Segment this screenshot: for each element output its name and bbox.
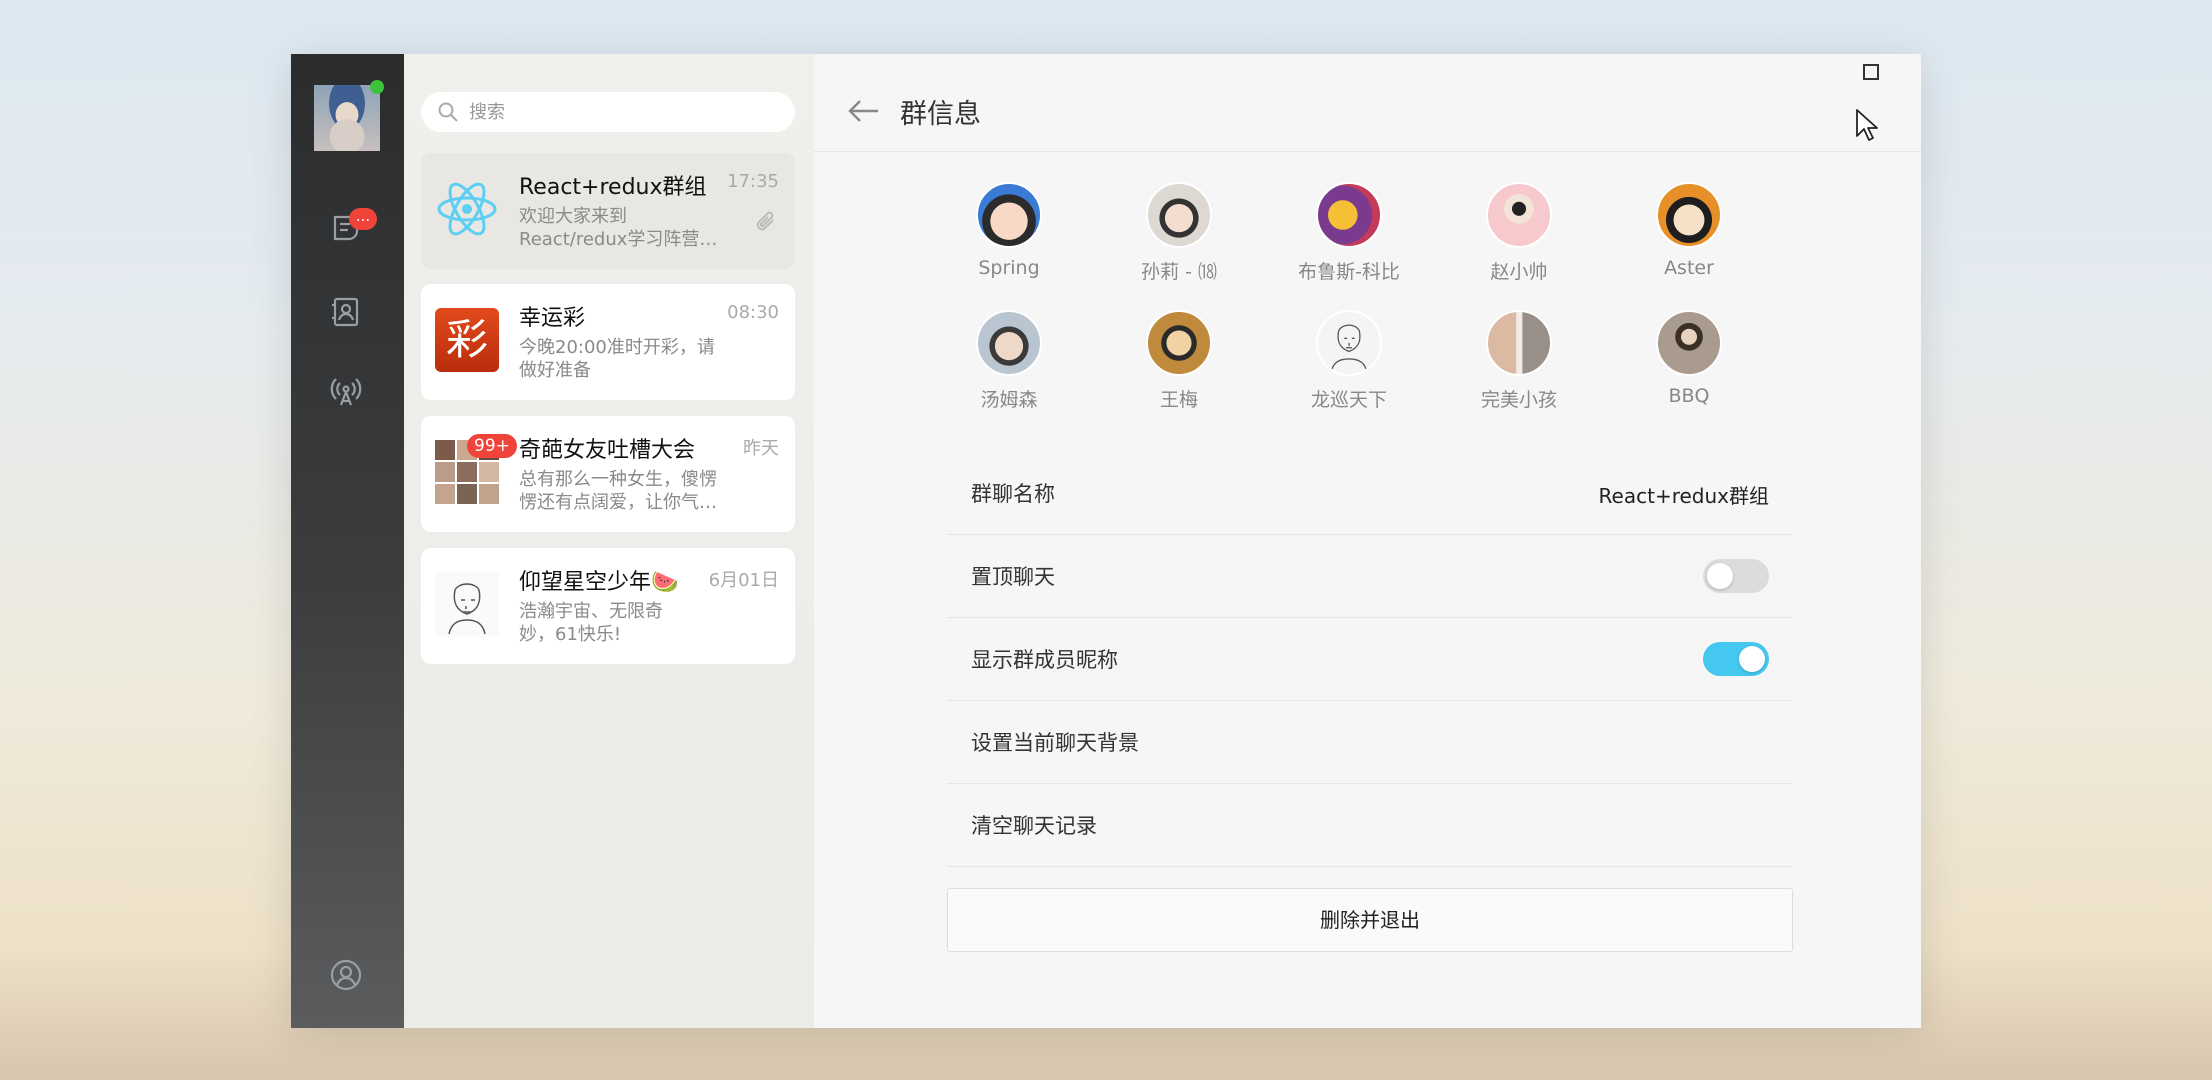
chat-item-lottery[interactable]: 彩 幸运彩 08:30 今晚20:00准时开彩，请做好准备	[421, 284, 795, 400]
member-avatar	[1656, 310, 1722, 376]
maximize-icon[interactable]	[1863, 64, 1879, 80]
unread-badge: 99+	[467, 434, 517, 458]
mouse-cursor-icon	[1856, 109, 1878, 141]
member-avatar	[976, 310, 1042, 376]
chat-item-react-redux[interactable]: React+redux群组 17:35 欢迎大家来到React/redux学习阵…	[421, 153, 795, 269]
setting-label: 显示群成员昵称	[971, 648, 1118, 672]
chat-preview: 总有那么一种女生，傻愣愣还有点阔爱，让你气…	[519, 469, 717, 513]
attachment-icon	[756, 211, 774, 231]
chat-badge: ...	[349, 208, 377, 230]
member-aster[interactable]: Aster	[1624, 182, 1754, 279]
setting-chat-background[interactable]: 设置当前聊天背景	[947, 701, 1793, 784]
group-name-value: React+redux群组	[1598, 484, 1769, 508]
group-collage-avatar: 99+	[435, 434, 517, 504]
member-bbq[interactable]: BBQ	[1624, 310, 1754, 407]
member-name: Aster	[1664, 257, 1714, 279]
chat-preview: 浩瀚宇宙、无限奇妙，61快乐!	[519, 601, 663, 645]
setting-group-name[interactable]: 群聊名称 React+redux群组	[947, 452, 1793, 535]
pin-chat-toggle[interactable]	[1703, 559, 1769, 593]
member-avatar	[1146, 182, 1212, 248]
member-name: Spring	[978, 257, 1040, 279]
profile-icon[interactable]	[328, 957, 364, 993]
chat-item-stargazer[interactable]: 仰望星空少年🍉 6月01日 浩瀚宇宙、无限奇妙，61快乐!	[421, 548, 795, 664]
member-wanmeixiaohai[interactable]: 完美小孩	[1454, 310, 1584, 412]
member-avatar	[1486, 182, 1552, 248]
member-tangmusen[interactable]: 汤姆森	[944, 310, 1074, 412]
chat-item-girlfriend-group[interactable]: 99+ 奇葩女友吐槽大会 昨天 总有那么一种女生，傻愣愣还有点阔爱，让你气…	[421, 416, 795, 532]
setting-label: 置顶聊天	[971, 565, 1055, 589]
member-avatar	[976, 182, 1042, 248]
member-name: 完美小孩	[1480, 389, 1557, 411]
chat-preview: 欢迎大家来到React/redux学习阵营…	[519, 206, 718, 250]
back-arrow-icon[interactable]	[846, 98, 880, 124]
member-wangmei[interactable]: 王梅	[1114, 310, 1244, 412]
member-kobe[interactable]: 布鲁斯-科比	[1284, 182, 1414, 284]
chat-time: 08:30	[727, 302, 779, 323]
self-avatar-wrap[interactable]	[314, 80, 384, 151]
member-longxuntianxia[interactable]: 龙巡天下	[1284, 310, 1414, 412]
search-bar[interactable]	[421, 92, 795, 132]
chat-time: 17:35	[727, 171, 779, 192]
lottery-logo-icon: 彩	[435, 308, 499, 372]
member-avatar	[1486, 310, 1552, 376]
search-input[interactable]	[467, 100, 771, 124]
chat-name: 奇葩女友吐槽大会	[519, 438, 696, 463]
member-name: 孙莉 - ⒅	[1141, 261, 1217, 283]
chat-time: 昨天	[743, 438, 779, 459]
member-avatar	[1656, 182, 1722, 248]
chat-name: 幸运彩	[519, 306, 586, 331]
member-name: 汤姆森	[980, 389, 1038, 411]
search-icon	[438, 102, 458, 122]
chat-list-panel: React+redux群组 17:35 欢迎大家来到React/redux学习阵…	[404, 54, 814, 1028]
member-name: 龙巡天下	[1310, 389, 1387, 411]
chat-name: 仰望星空少年🍉	[519, 570, 679, 595]
setting-label: 群聊名称	[971, 482, 1055, 506]
toggle-knob	[1739, 646, 1765, 672]
setting-pin-chat: 置顶聊天	[947, 535, 1793, 618]
contacts-icon[interactable]	[328, 294, 364, 330]
broadcast-icon[interactable]	[328, 374, 364, 410]
react-logo-icon	[435, 177, 499, 241]
setting-label: 清空聊天记录	[971, 814, 1097, 838]
member-avatar	[1316, 310, 1382, 376]
toggle-knob	[1707, 563, 1733, 589]
app-window: ... 搜索 React+redux群组 17:35 欢迎大家来到React/r…	[291, 54, 1921, 1028]
member-name: 赵小帅	[1490, 261, 1548, 283]
chat-name: React+redux群组	[519, 175, 707, 200]
chat-time: 6月01日	[708, 570, 779, 591]
member-sunli[interactable]: 孙莉 - ⒅	[1114, 182, 1244, 284]
detail-header: 群信息	[814, 54, 1921, 152]
user-avatar[interactable]	[314, 85, 380, 151]
lottery-logo-text: 彩	[445, 315, 488, 364]
member-avatar	[1146, 310, 1212, 376]
member-spring[interactable]: Spring	[944, 182, 1074, 279]
member-name: 王梅	[1159, 389, 1198, 411]
group-info-panel: 群信息 Spring 孙莉 - ⒅ 布鲁斯-科比 赵小帅 Aster 汤姆森 王…	[814, 54, 1921, 1028]
member-name: 布鲁斯-科比	[1298, 261, 1400, 283]
chat-preview: 今晚20:00准时开彩，请做好准备	[519, 337, 715, 381]
online-status-dot	[370, 80, 384, 94]
sidebar: ...	[291, 54, 404, 1028]
setting-clear-history[interactable]: 清空聊天记录	[947, 784, 1793, 867]
setting-show-nickname: 显示群成员昵称	[947, 618, 1793, 701]
page-title: 群信息	[900, 99, 981, 130]
member-name: BBQ	[1668, 385, 1710, 407]
sketch-portrait-avatar	[435, 572, 499, 636]
show-nickname-toggle[interactable]	[1703, 642, 1769, 676]
setting-label: 设置当前聊天背景	[971, 731, 1139, 755]
delete-and-exit-button[interactable]: 删除并退出	[947, 888, 1793, 952]
member-avatar	[1316, 182, 1382, 248]
member-zhaoxiaoshuai[interactable]: 赵小帅	[1454, 182, 1584, 284]
